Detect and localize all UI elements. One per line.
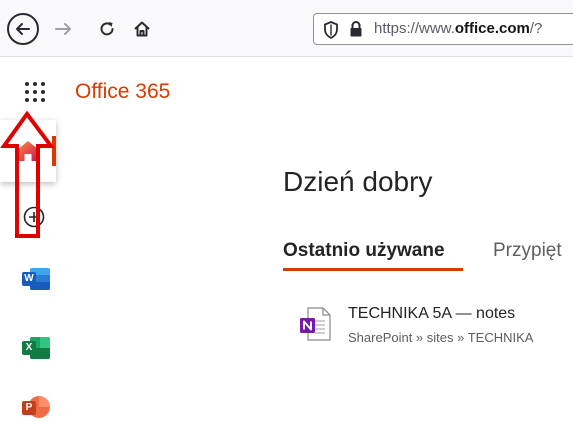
file-name: TECHNIKA 5A — notes: [348, 305, 516, 322]
onenote-icon: [300, 307, 331, 341]
word-letter: W: [22, 272, 36, 286]
url-text: https://www.office.com/?: [374, 20, 543, 37]
reload-icon: [100, 22, 114, 36]
shield-icon: [324, 21, 338, 39]
office-brand-link[interactable]: Office 365: [75, 80, 170, 104]
tab-pinned[interactable]: Przypięt: [493, 240, 562, 262]
list-item[interactable]: TECHNIKA 5A — notes SharePoint » sites »…: [283, 300, 573, 350]
excel-letter: X: [22, 341, 36, 355]
lock-icon: [350, 21, 362, 37]
powerpoint-letter: P: [22, 401, 36, 415]
house-icon: [134, 21, 150, 37]
back-button[interactable]: [7, 13, 39, 45]
greeting-heading: Dzień dobry: [283, 166, 433, 197]
powerpoint-icon[interactable]: P: [22, 396, 50, 420]
annotation-arrow: [0, 110, 55, 238]
browser-toolbar: https://www.office.com/?: [0, 0, 573, 57]
reload-button[interactable]: [92, 14, 122, 44]
app-launcher-icon[interactable]: [25, 82, 45, 102]
arrow-right-icon: [55, 23, 71, 35]
word-icon[interactable]: W: [22, 267, 50, 291]
excel-icon[interactable]: X: [22, 336, 50, 360]
arrow-left-icon: [16, 23, 30, 35]
address-bar[interactable]: https://www.office.com/?: [313, 13, 573, 45]
tab-recent[interactable]: Ostatnio używane: [283, 240, 445, 262]
file-path: SharePoint » sites » TECHNIKA: [348, 330, 534, 345]
home-button[interactable]: [127, 14, 157, 44]
forward-button[interactable]: [48, 14, 78, 44]
tab-active-underline: [283, 268, 463, 271]
